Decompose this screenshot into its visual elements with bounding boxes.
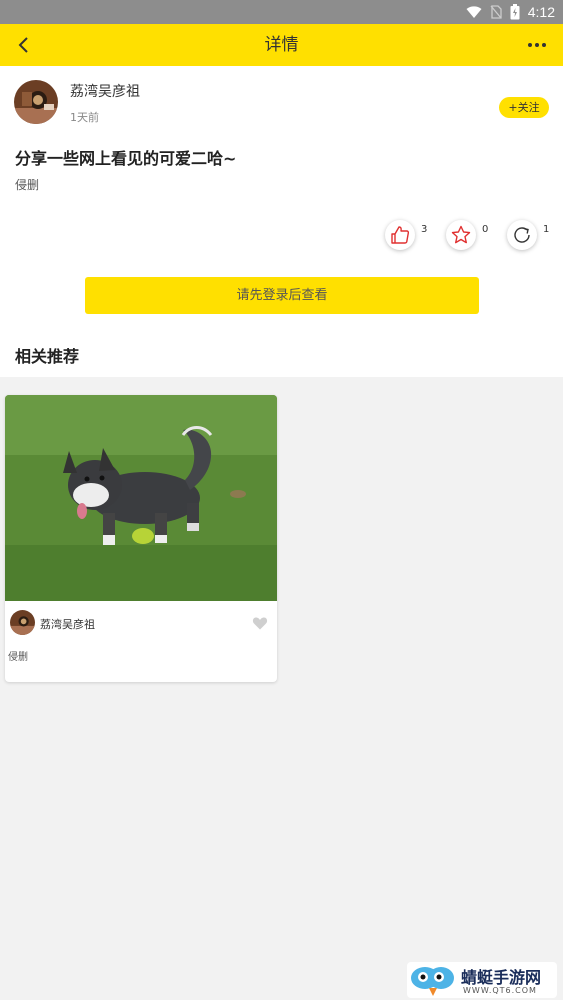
share-button[interactable] [507, 220, 537, 250]
post-body: 侵删 [15, 178, 40, 192]
watermark: 蜻蜓手游网 WWW.QT6.COM [407, 962, 557, 998]
dragonfly-logo [411, 967, 454, 996]
status-icons: 4:12 [466, 0, 555, 24]
favorite-count: 0 [482, 224, 489, 235]
app-bar: 详情 [0, 24, 563, 66]
heart-icon[interactable] [252, 615, 268, 631]
favorite-button[interactable] [446, 220, 476, 250]
author-avatar[interactable] [14, 80, 58, 124]
star-icon [451, 225, 471, 244]
like-count: 3 [421, 224, 428, 235]
more-options-icon[interactable] [523, 33, 551, 57]
clock: 4:12 [527, 4, 555, 20]
status-bar: 4:12 [0, 0, 563, 24]
related-section-title: 相关推荐 [15, 347, 80, 366]
watermark-name: 蜻蜓手游网 [461, 968, 542, 987]
card-author-avatar [10, 610, 35, 635]
follow-button[interactable]: +关注 [499, 97, 549, 118]
no-sim-icon [490, 5, 502, 19]
related-card[interactable]: 荔湾吴彦祖 侵删 [5, 395, 277, 682]
husky-puppy-photo [5, 395, 277, 601]
like-button[interactable] [385, 220, 415, 250]
card-author-name: 荔湾吴彦祖 [40, 618, 95, 631]
refresh-icon [514, 227, 530, 243]
share-count: 1 [543, 224, 550, 235]
wifi-icon [466, 6, 482, 18]
page-title: 详情 [264, 35, 299, 55]
card-body: 侵删 [8, 652, 28, 663]
watermark-url: WWW.QT6.COM [463, 986, 537, 995]
post-detail: 荔湾吴彦祖 1天前 +关注 分享一些网上看见的可爱二哈~ 侵删 3 0 1 请先… [0, 66, 563, 377]
post-title: 分享一些网上看见的可爱二哈~ [15, 149, 237, 168]
post-time: 1天前 [70, 111, 99, 124]
author-name[interactable]: 荔湾吴彦祖 [70, 81, 140, 101]
login-to-view-button[interactable]: 请先登录后查看 [85, 277, 479, 314]
thumbs-up-icon [391, 226, 410, 244]
battery-icon [510, 4, 520, 20]
